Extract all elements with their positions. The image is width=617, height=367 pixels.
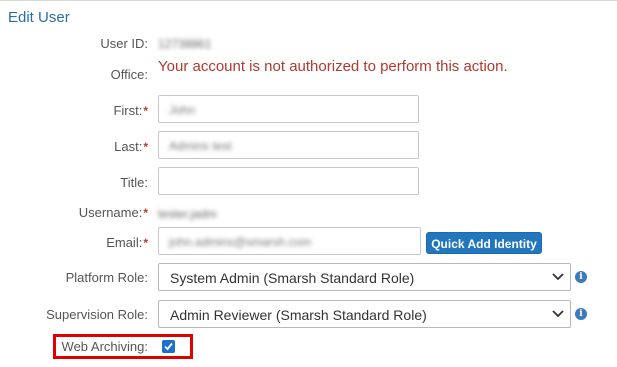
platform-role-select[interactable]: System Admin (Smarsh Standard Role) bbox=[158, 263, 571, 291]
platform-role-value: System Admin (Smarsh Standard Role) bbox=[170, 270, 415, 286]
email-label: Email:* bbox=[0, 235, 148, 250]
supervision-role-select[interactable]: Admin Reviewer (Smarsh Standard Role) bbox=[158, 300, 571, 328]
email-input[interactable]: john.admins@smarsh.com bbox=[158, 227, 421, 255]
last-name-label-text: Last: bbox=[114, 139, 143, 154]
email-value: john.admins@smarsh.com bbox=[169, 235, 312, 249]
platform-role-label: Platform Role: bbox=[0, 270, 148, 285]
top-divider bbox=[0, 0, 617, 1]
office-label-text: Office: bbox=[110, 67, 148, 82]
first-name-input[interactable]: John bbox=[158, 95, 419, 123]
last-name-label: Last:* bbox=[0, 139, 148, 154]
chevron-down-icon bbox=[552, 273, 564, 281]
info-icon[interactable]: i bbox=[575, 308, 587, 320]
platform-role-label-text: Platform Role: bbox=[65, 270, 148, 285]
supervision-role-value: Admin Reviewer (Smarsh Standard Role) bbox=[170, 307, 427, 323]
supervision-role-label-text: Supervision Role: bbox=[46, 307, 148, 322]
first-name-label: First:* bbox=[0, 103, 148, 118]
user-id-label: User ID: bbox=[0, 36, 148, 51]
username-value: tester.jadm bbox=[158, 207, 217, 221]
office-error-message: Your account is not authorized to perfor… bbox=[158, 58, 508, 75]
required-marker: * bbox=[143, 140, 148, 154]
user-id-value: 12738861 bbox=[158, 37, 212, 51]
info-icon[interactable]: i bbox=[575, 271, 587, 283]
user-id-label-text: User ID: bbox=[100, 36, 148, 51]
title-input[interactable] bbox=[158, 167, 419, 195]
page-title: Edit User bbox=[8, 9, 70, 26]
web-archiving-label-text: Web Archiving: bbox=[61, 339, 148, 354]
web-archiving-checkbox[interactable] bbox=[162, 340, 175, 353]
username-label: Username:* bbox=[0, 205, 148, 220]
required-marker: * bbox=[143, 236, 148, 250]
supervision-role-label: Supervision Role: bbox=[0, 307, 148, 322]
check-icon bbox=[164, 342, 173, 351]
last-name-input[interactable]: Admins test bbox=[158, 131, 419, 159]
email-label-text: Email: bbox=[106, 235, 143, 250]
required-marker: * bbox=[143, 206, 148, 220]
quick-add-identity-button[interactable]: Quick Add Identity bbox=[426, 232, 542, 254]
chevron-down-icon bbox=[552, 310, 564, 318]
last-name-value: Admins test bbox=[169, 139, 232, 153]
first-name-label-text: First: bbox=[113, 103, 143, 118]
first-name-value: John bbox=[169, 103, 196, 117]
web-archiving-label: Web Archiving: bbox=[0, 339, 148, 354]
username-label-text: Username: bbox=[78, 205, 143, 220]
office-label: Office: bbox=[0, 67, 148, 82]
title-label-text: Title: bbox=[120, 175, 148, 190]
required-marker: * bbox=[143, 104, 148, 118]
title-label: Title: bbox=[0, 175, 148, 190]
